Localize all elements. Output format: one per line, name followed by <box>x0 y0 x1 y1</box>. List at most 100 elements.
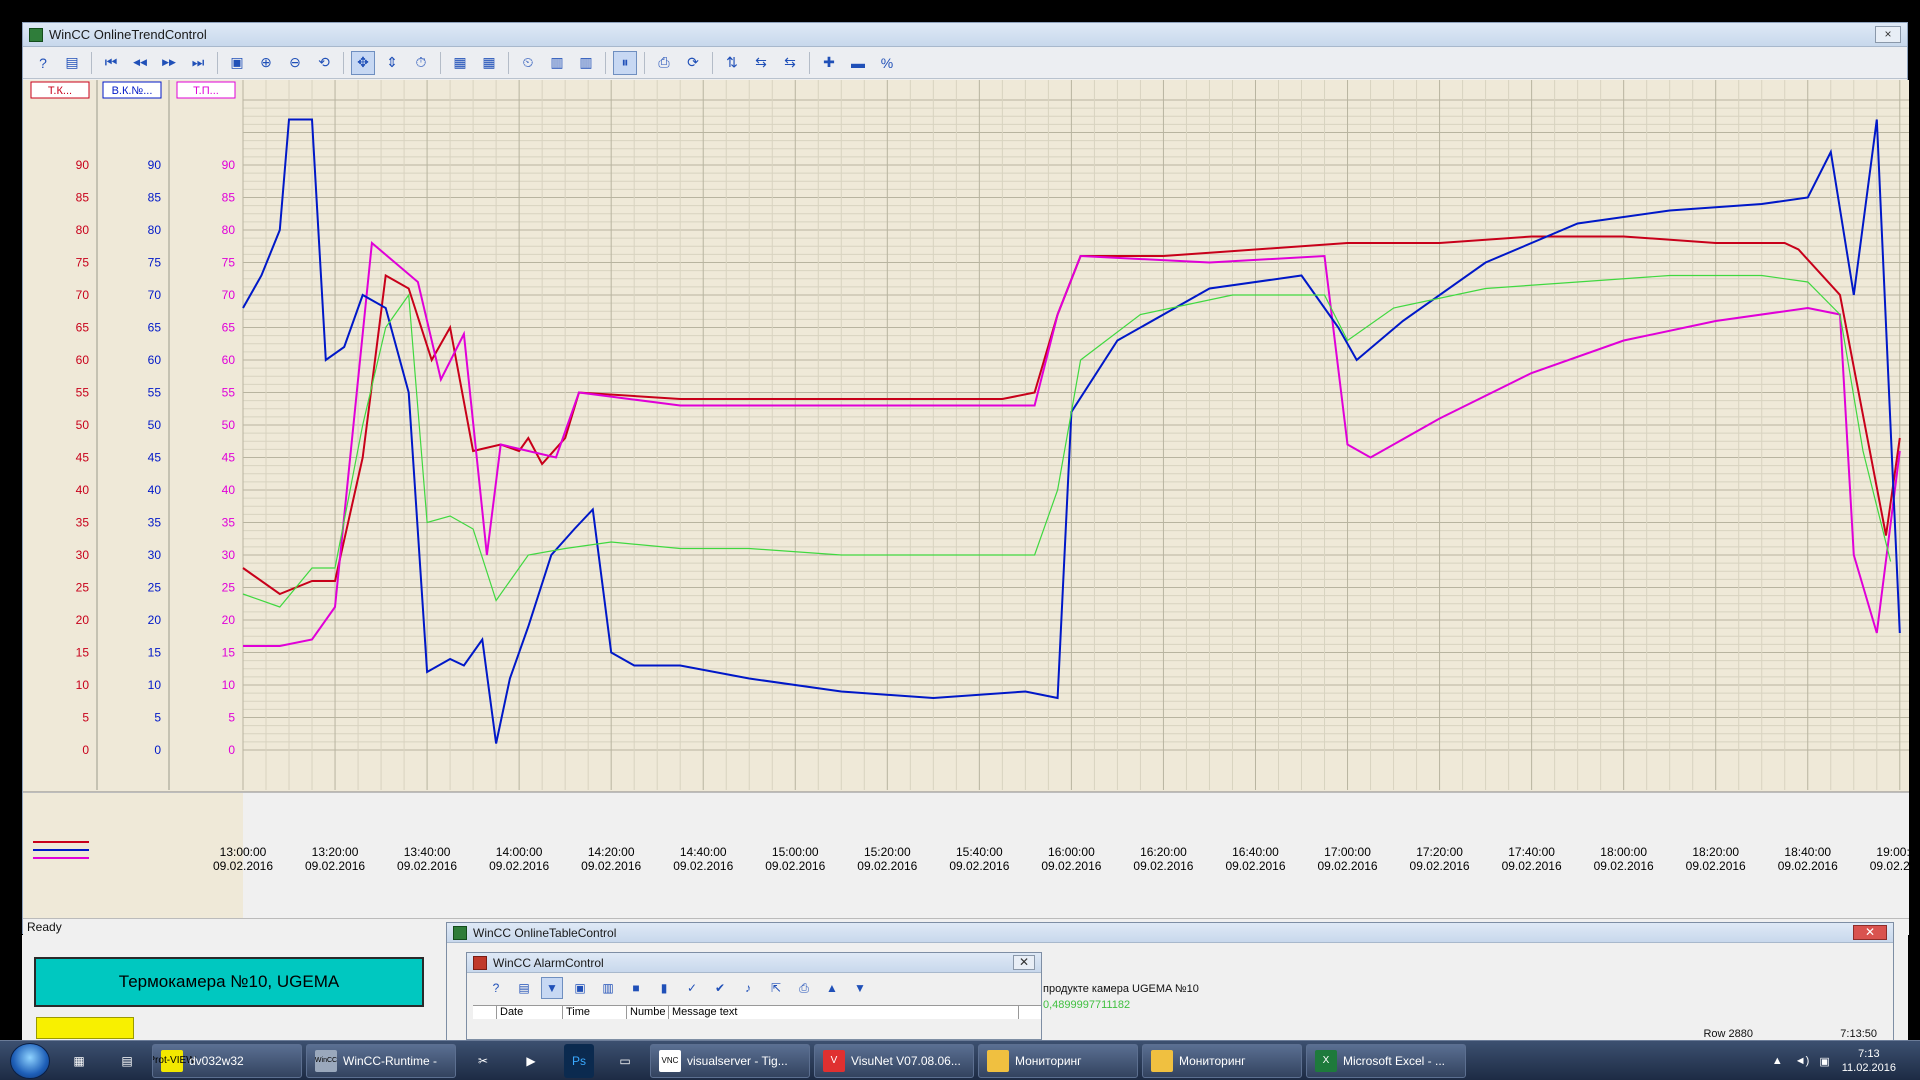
move-icon[interactable]: ✥ <box>351 50 375 75</box>
export-icon[interactable]: ▦ <box>477 51 501 75</box>
alarm-journal-icon[interactable]: ▥ <box>597 977 619 999</box>
y-tick-label: 30 <box>148 548 162 562</box>
stop-icon[interactable]: ⏸ <box>613 50 637 75</box>
tool-icon[interactable]: ✂ <box>460 1044 506 1078</box>
taskbar-item-1[interactable]: WinCC WinCC-Runtime - <box>306 1043 456 1078</box>
zoom-original-icon[interactable]: ⟲ <box>312 51 336 75</box>
alarm-ack-icon[interactable]: ✓ <box>681 977 703 999</box>
trend-plot-area[interactable]: Т.К... 0 5 10 15 20 25 30 35 40 45 50 55 60 65 70 75 80 85… <box>23 80 1920 920</box>
y-tick-label: 55 <box>222 386 236 400</box>
photoshop-icon[interactable]: Ps <box>564 1043 594 1078</box>
disabled-icon[interactable]: ⇆ <box>778 51 802 75</box>
next-trend-icon[interactable]: ⇆ <box>749 51 773 75</box>
media-player-icon[interactable]: ▶ <box>508 1044 554 1078</box>
first-icon[interactable]: ⏮ <box>99 51 123 75</box>
x-tick-date: 09.02.2016 <box>1870 859 1909 873</box>
print-icon[interactable]: ⎙ <box>652 51 676 75</box>
trend-chart[interactable]: Т.К...0510152025303540455055606570758085… <box>23 80 1920 920</box>
y-tick-label: 5 <box>228 711 235 725</box>
alarm-window-titlebar[interactable]: WinCC AlarmControl ✕ <box>467 953 1041 973</box>
x-tick-time: 13:00:00 <box>220 845 267 859</box>
alarm-horn-icon[interactable]: ♪ <box>737 977 759 999</box>
y-tick-label: 85 <box>222 191 236 205</box>
alarm-col-time[interactable]: Time <box>563 1006 627 1019</box>
alarm-col-number[interactable]: Numbe <box>627 1006 669 1019</box>
yellow-button[interactable] <box>36 1017 134 1039</box>
alarm-up-icon[interactable]: ▲ <box>821 977 843 999</box>
refresh-icon[interactable]: ⟳ <box>681 51 705 75</box>
start-button[interactable] <box>10 1042 50 1079</box>
add-icon[interactable]: ✚ <box>817 51 841 75</box>
alarm-lock-icon[interactable]: ■ <box>625 977 647 999</box>
taskbar-item-3[interactable]: V VisuNet V07.08.06... <box>814 1043 974 1078</box>
x-tick-time: 19:00:00 <box>1876 845 1909 859</box>
scale-icon[interactable]: ⇕ <box>380 51 404 75</box>
explorer-icon[interactable]: ▦ <box>56 1044 102 1078</box>
table-value-cell[interactable]: 0,4899997711182 <box>1043 999 1130 1011</box>
axis-icon[interactable]: ▥ <box>574 51 598 75</box>
y-tick-label: 80 <box>148 223 162 237</box>
x-tick-date: 09.02.2016 <box>949 859 1009 873</box>
zoom-in-icon[interactable]: ⊕ <box>254 51 278 75</box>
alarm-history-icon[interactable]: ▣ <box>569 977 591 999</box>
taskbar-item-0[interactable]: Prot-VIEW dv032w32 <box>152 1043 302 1078</box>
table-window-titlebar[interactable]: WinCC OnlineTableControl ✕ <box>447 923 1893 943</box>
taskbar-item-6[interactable]: X Microsoft Excel - ... <box>1306 1043 1466 1078</box>
x-tick-date: 09.02.2016 <box>305 859 365 873</box>
volume-icon[interactable]: ◄) <box>1795 1055 1810 1067</box>
zoom-area-icon[interactable]: ▣ <box>225 51 249 75</box>
y-tick-label: 15 <box>222 646 236 660</box>
taskbar-item-2[interactable]: VNC visualserver - Tig... <box>650 1043 810 1078</box>
previous-trend-icon[interactable]: ⇅ <box>720 51 744 75</box>
prev-icon[interactable]: ◀◀ <box>128 51 152 75</box>
relative-axis-icon[interactable]: ▥ <box>545 51 569 75</box>
trend-close-button[interactable]: × <box>1875 26 1901 43</box>
config-icon[interactable]: ▤ <box>60 51 84 75</box>
trend-window-titlebar[interactable]: WinCC OnlineTrendControl × <box>23 23 1907 47</box>
next-icon[interactable]: ▶▶ <box>157 51 181 75</box>
help-icon[interactable]: ? <box>31 51 55 75</box>
remove-icon[interactable]: ▬ <box>846 51 870 75</box>
ruler-icon[interactable]: ⏱ <box>409 51 433 75</box>
y-tick-label: 80 <box>76 223 90 237</box>
y-tick-label: 40 <box>222 483 236 497</box>
clock[interactable]: 7:13 11.02.2016 <box>1842 1047 1896 1075</box>
y-tick-label: 50 <box>222 418 236 432</box>
y-tick-label: 0 <box>82 743 89 757</box>
tray-arrow-icon[interactable]: ▲ <box>1772 1055 1783 1067</box>
alarm-config-icon[interactable]: ▤ <box>513 977 535 999</box>
network-icon[interactable]: ▭ <box>602 1044 648 1078</box>
alarm-col-date[interactable]: Date <box>497 1006 563 1019</box>
y-tick-label: 60 <box>148 353 162 367</box>
x-tick-date: 09.02.2016 <box>1225 859 1285 873</box>
y-tick-label: 30 <box>76 548 90 562</box>
percent-icon[interactable]: % <box>875 51 899 75</box>
alarm-export-icon[interactable]: ⇱ <box>765 977 787 999</box>
network-tray-icon[interactable]: ▣ <box>1819 1055 1829 1068</box>
y-tick-label: 70 <box>222 288 236 302</box>
chamber-title-label[interactable]: Термокамера №10, UGEMA <box>34 957 424 1007</box>
taskbar-item-5[interactable]: folder Мониторинг <box>1142 1043 1302 1078</box>
x-tick-time: 15:40:00 <box>956 845 1003 859</box>
alarm-help-icon[interactable]: ? <box>485 977 507 999</box>
alarm-list-icon[interactable]: ▼ <box>541 977 563 999</box>
trend-control-window: WinCC OnlineTrendControl × ? ▤ ⏮ ◀◀ ▶▶ ⏭ ▣ ⊕ ⊖ ⟲ ✥… <box>22 22 1920 935</box>
y-tick-label: 60 <box>76 353 90 367</box>
alarm-print-icon[interactable]: ⎙ <box>793 977 815 999</box>
alarm-close-button[interactable]: ✕ <box>1013 955 1035 970</box>
alarm-down-icon[interactable]: ▼ <box>849 977 871 999</box>
last-icon[interactable]: ⏭ <box>186 51 210 75</box>
y-tick-label: 25 <box>76 581 90 595</box>
x-tick-time: 14:20:00 <box>588 845 635 859</box>
time-icon[interactable]: ⏲ <box>516 51 540 75</box>
y-tick-label: 20 <box>76 613 90 627</box>
x-tick-date: 09.02.2016 <box>489 859 549 873</box>
calculator-icon[interactable]: ▤ <box>104 1044 150 1078</box>
zoom-out-icon[interactable]: ⊖ <box>283 51 307 75</box>
table-close-button[interactable]: ✕ <box>1853 925 1887 940</box>
alarm-stats-icon[interactable]: ▮ <box>653 977 675 999</box>
alarm-ack-all-icon[interactable]: ✔ <box>709 977 731 999</box>
alarm-col-message[interactable]: Message text <box>669 1006 1019 1019</box>
select-data-icon[interactable]: ▦ <box>448 51 472 75</box>
taskbar-item-4[interactable]: folder Мониторинг <box>978 1043 1138 1078</box>
